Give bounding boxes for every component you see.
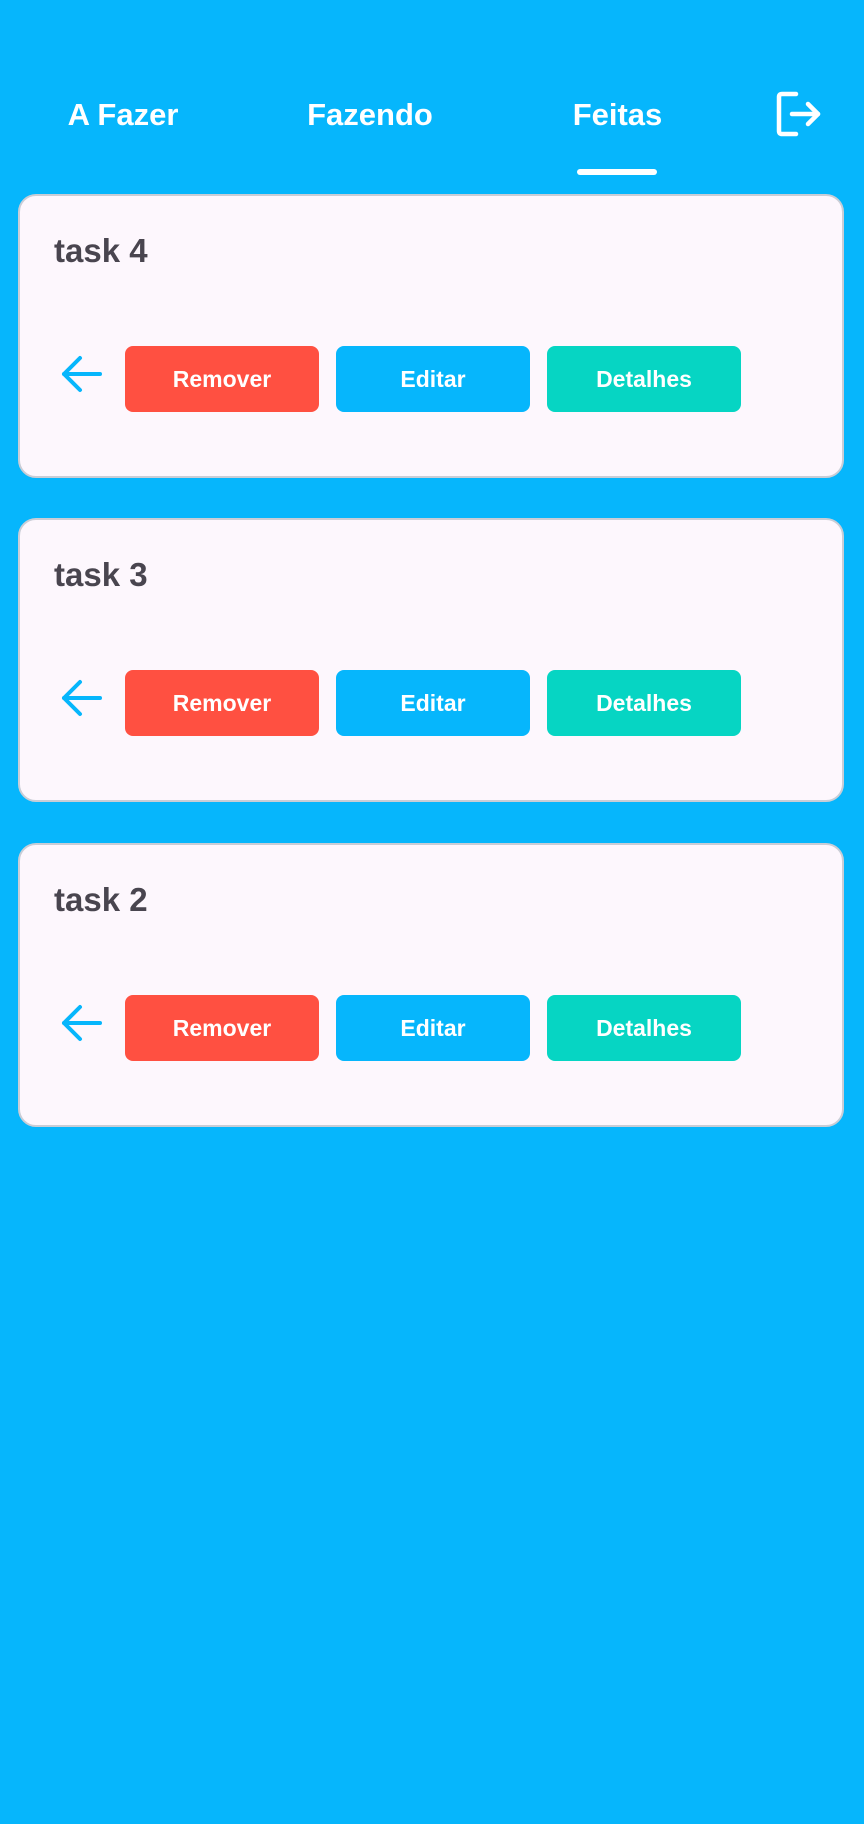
- task-title: task 2: [54, 881, 148, 918]
- task-card: task 4 Remover Editar Detalhes: [18, 194, 844, 478]
- task-card: task 2 Remover Editar Detalhes: [18, 843, 844, 1127]
- details-button[interactable]: Detalhes: [547, 995, 741, 1061]
- edit-button[interactable]: Editar: [336, 346, 530, 412]
- tab-a-fazer[interactable]: A Fazer: [48, 90, 198, 140]
- tab-feitas[interactable]: Feitas: [555, 90, 680, 140]
- edit-button[interactable]: Editar: [336, 995, 530, 1061]
- arrow-left-icon[interactable]: [58, 675, 104, 721]
- details-button[interactable]: Detalhes: [547, 670, 741, 736]
- task-card: task 3 Remover Editar Detalhes: [18, 518, 844, 802]
- tab-bar: A Fazer Fazendo Feitas: [0, 0, 864, 178]
- edit-button[interactable]: Editar: [336, 670, 530, 736]
- logout-icon[interactable]: [774, 88, 826, 140]
- task-title: task 4: [54, 232, 148, 269]
- remove-button[interactable]: Remover: [125, 346, 319, 412]
- task-title: task 3: [54, 556, 148, 593]
- details-button[interactable]: Detalhes: [547, 346, 741, 412]
- arrow-left-icon[interactable]: [58, 1000, 104, 1046]
- tab-fazendo[interactable]: Fazendo: [290, 90, 450, 140]
- arrow-left-icon[interactable]: [58, 351, 104, 397]
- remove-button[interactable]: Remover: [125, 995, 319, 1061]
- remove-button[interactable]: Remover: [125, 670, 319, 736]
- active-tab-indicator: [577, 169, 657, 175]
